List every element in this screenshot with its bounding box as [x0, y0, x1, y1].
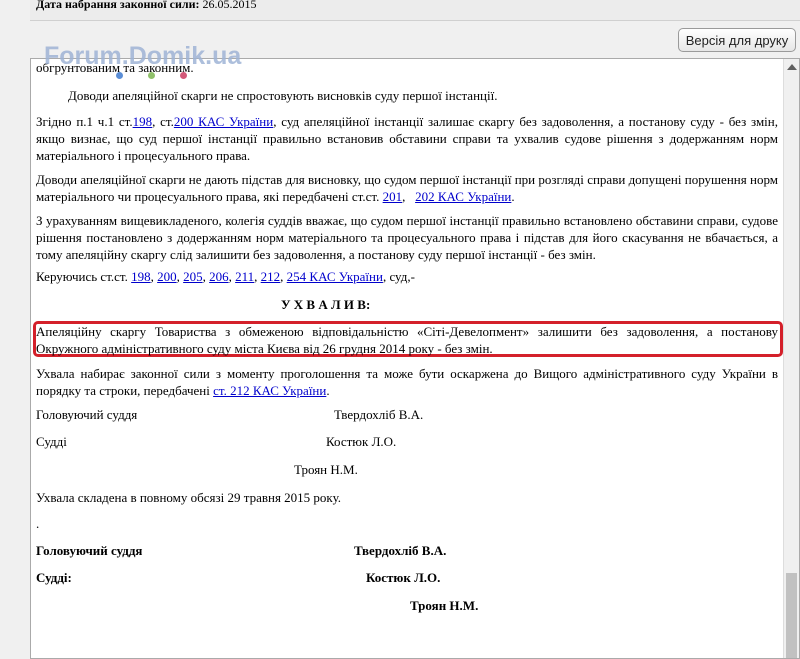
link-art-212b[interactable]: ст. 212 КАС України — [213, 383, 326, 398]
entry-into-force-bar: Дата набрання законної сили: 26.05.2015 — [30, 0, 800, 21]
link-art-254[interactable]: 254 КАС України — [287, 269, 383, 284]
judge-2-name-bold: Троян Н.М. — [410, 598, 479, 613]
entry-into-force-label: Дата набрання законної сили: — [36, 0, 200, 11]
link-art-202[interactable]: 202 КАС України — [415, 189, 511, 204]
separator-dot: . — [36, 516, 40, 531]
link-art-198[interactable]: 198 — [133, 114, 153, 129]
composed-date: Ухвала складена в повному обсязі 29 трав… — [36, 490, 342, 505]
text: Керуючись ст.ст. — [36, 269, 132, 284]
presiding-judge-label: Головуючий суддя — [36, 407, 138, 422]
presiding-judge-name-bold: Твердохліб В.А. — [354, 543, 447, 558]
text: , — [402, 189, 416, 204]
link-art-211[interactable]: 211 — [235, 269, 254, 284]
scroll-up-arrow-icon[interactable] — [787, 64, 797, 70]
link-art-212[interactable]: 212 — [261, 269, 281, 284]
text: Ухвала набирає законної сили з моменту п… — [36, 366, 778, 398]
watermark-dot-pink — [180, 72, 187, 79]
judge-1-name: Костюк Л.О. — [326, 434, 397, 449]
text: Згідно п.1 ч.1 ст. — [36, 114, 133, 129]
text: . — [511, 189, 515, 204]
link-art-200[interactable]: 200 КАС України — [174, 114, 273, 129]
paragraph-legal-basis: Згідно п.1 ч.1 ст.198, ст.200 КАС Україн… — [36, 113, 778, 164]
entry-into-force-date: Дата набрання законної сили: 26.05.2015 — [36, 0, 257, 12]
paragraph-appeal-args: Доводи апеляційної скарги не спростовуют… — [68, 88, 498, 103]
ruling-heading: У Х В А Л И В: — [281, 296, 370, 313]
paragraph-guided-by: Керуючись ст.ст. 198, 200, 205, 206, 211… — [36, 269, 415, 284]
judges-label-bold: Судді: — [36, 570, 72, 585]
watermark-dots — [116, 72, 196, 80]
watermark-logo: Forum.Domik.ua — [44, 42, 242, 70]
paragraph-ruling: Апеляційну скаргу Товариства з обмеженою… — [36, 324, 778, 356]
paragraph-conclusion: З урахуванням вищевикладеного, колегія с… — [36, 213, 778, 262]
presiding-judge-name: Твердохліб В.А. — [334, 407, 424, 422]
text: . — [326, 383, 330, 398]
paragraph-appeal-procedure: Ухвала набирає законної сили з моменту п… — [36, 365, 778, 399]
text: , ст. — [152, 114, 174, 129]
vertical-scrollbar[interactable] — [783, 59, 799, 658]
judge-1-name-bold: Костюк Л.О. — [366, 570, 441, 585]
ruling-heading-text: У Х В А Л И В: — [281, 297, 371, 312]
text: , суд,- — [382, 269, 415, 284]
link-art-206[interactable]: 206 — [209, 269, 229, 284]
link-art-205[interactable]: 205 — [183, 269, 203, 284]
link-art-198b[interactable]: 198 — [131, 269, 151, 284]
link-art-200b[interactable]: 200 — [157, 269, 177, 284]
judges-label: Судді — [36, 434, 67, 449]
scrollbar-thumb[interactable] — [786, 573, 797, 658]
presiding-judge-label-bold: Головуючий суддя — [36, 543, 143, 558]
judge-2-name: Троян Н.М. — [294, 462, 358, 477]
document-frame: обгрунтованим та законним. Доводи апеляц… — [30, 58, 800, 659]
link-art-201[interactable]: 201 — [383, 189, 403, 204]
paragraph-no-violations: Доводи апеляційної скарги не дають підст… — [36, 171, 778, 205]
watermark-dot-blue — [116, 72, 123, 79]
entry-into-force-value: 26.05.2015 — [202, 0, 257, 11]
watermark-dot-green — [148, 72, 155, 79]
print-version-button[interactable]: Версія для друку — [678, 28, 796, 52]
